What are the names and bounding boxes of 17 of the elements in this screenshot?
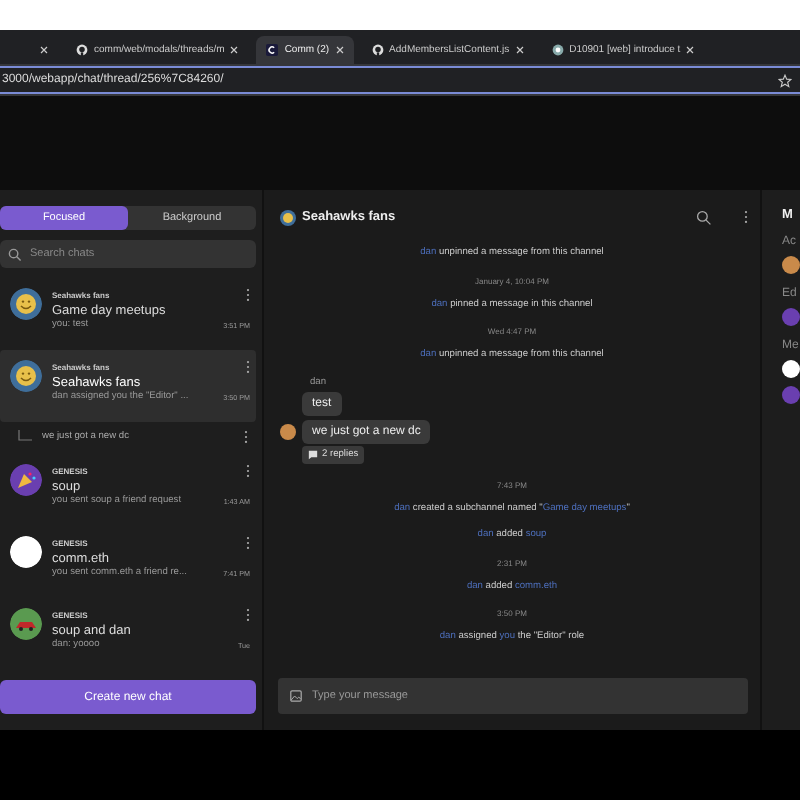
- chat-bubble-icon: [308, 449, 318, 459]
- close-icon[interactable]: [515, 46, 524, 54]
- member-avatar[interactable]: [782, 256, 800, 274]
- comm-logo-icon: [266, 44, 279, 56]
- eye-icon: [551, 44, 564, 56]
- search-icon[interactable]: [696, 209, 712, 225]
- close-icon[interactable]: [686, 46, 695, 54]
- member-avatar[interactable]: [782, 360, 800, 378]
- star-icon[interactable]: [778, 73, 792, 87]
- close-icon[interactable]: [335, 46, 344, 54]
- image-icon[interactable]: [290, 690, 302, 702]
- close-icon[interactable]: [230, 46, 239, 54]
- close-icon[interactable]: [40, 46, 48, 54]
- search-icon: [8, 247, 22, 261]
- github-icon: [76, 44, 88, 56]
- chat-avatar: [280, 209, 296, 225]
- github-icon: [371, 44, 384, 56]
